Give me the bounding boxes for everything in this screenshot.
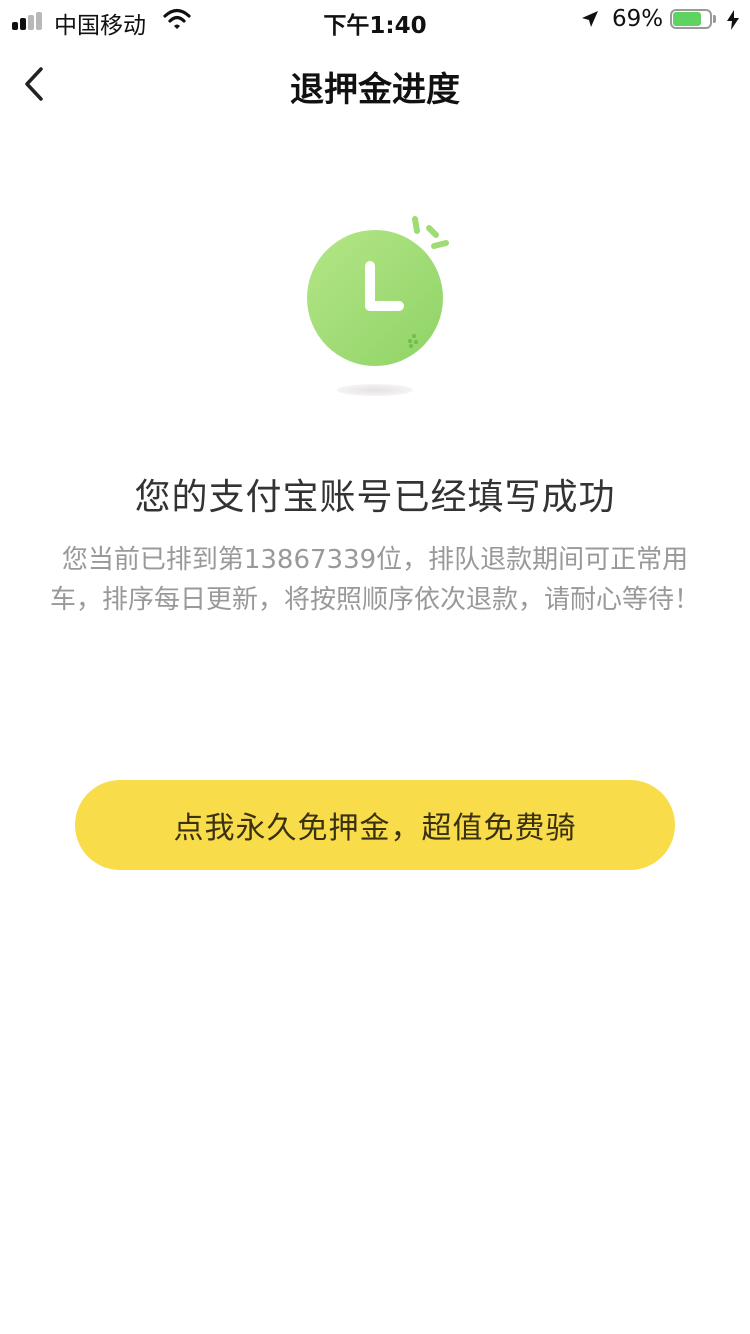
clock-icon bbox=[307, 216, 449, 396]
navigation-bar: 退押金进度 bbox=[0, 44, 750, 124]
queue-description: 您当前已排到第13867339位，排队退款期间可正常用车，排序每日更新，将按照顺… bbox=[49, 545, 700, 615]
page-title: 退押金进度 bbox=[290, 70, 460, 110]
location-arrow-icon bbox=[580, 9, 600, 33]
free-deposit-button[interactable]: 点我永久免押金，超值免费骑 bbox=[75, 780, 675, 870]
clock-illustration bbox=[298, 212, 458, 402]
refund-progress-screen: 中国移动 下午1:40 69% 退押金进度 您的支付宝账号已经填写成功 您当前已… bbox=[0, 0, 750, 1334]
success-headline: 您的支付宝账号已经填写成功 bbox=[134, 477, 616, 518]
battery-icon bbox=[670, 9, 716, 31]
battery-percent: 69% bbox=[612, 6, 664, 32]
status-bar: 中国移动 下午1:40 69% bbox=[0, 0, 750, 40]
free-deposit-button-label: 点我永久免押金，超值免费骑 bbox=[173, 811, 577, 846]
charging-bolt-icon bbox=[727, 10, 739, 34]
